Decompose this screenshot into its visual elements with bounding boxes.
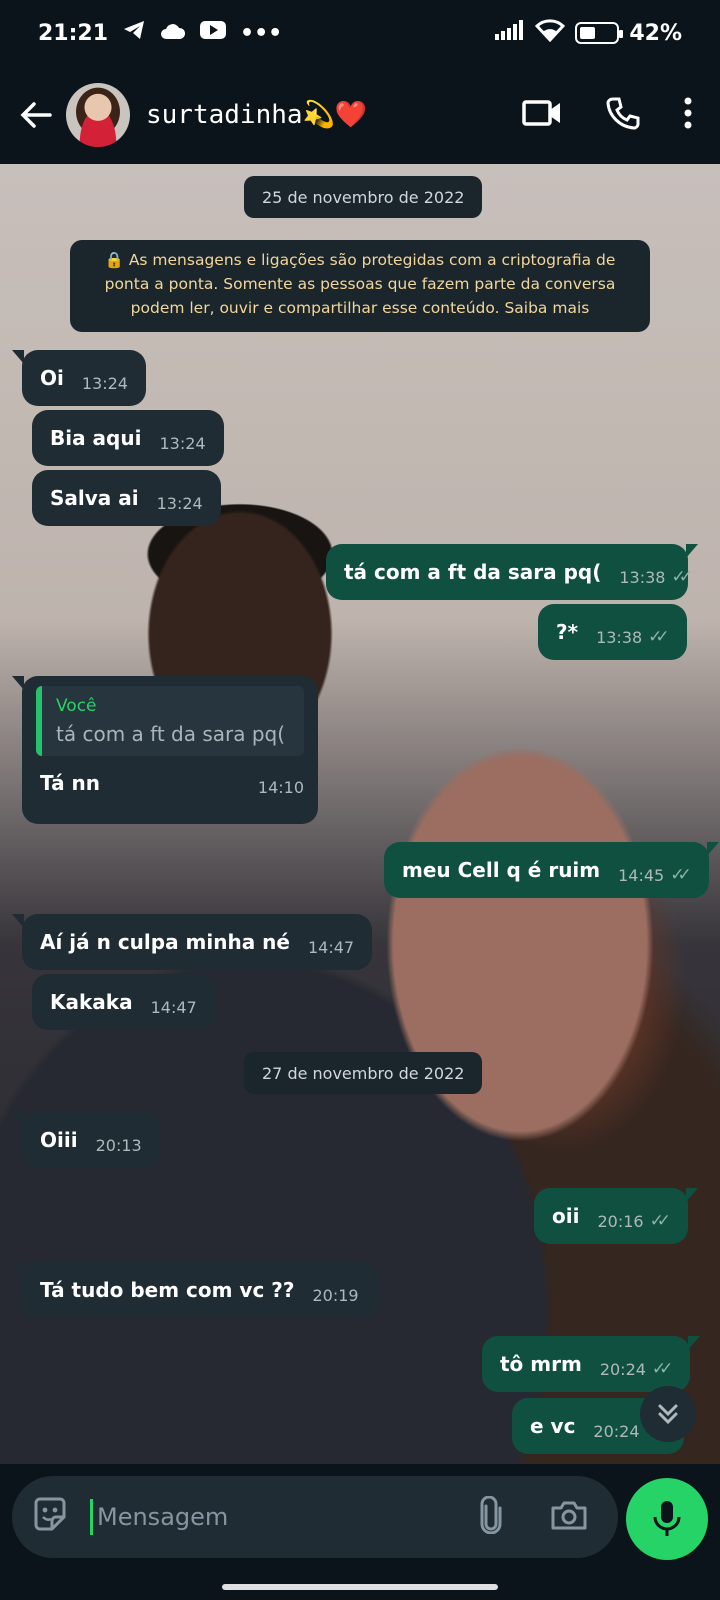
message-time: 13:38 — [596, 627, 643, 647]
quoted-message[interactable]: Você tá com a ft da sara pq( — [36, 686, 304, 756]
home-indicator[interactable] — [222, 1584, 498, 1590]
read-receipt-icon: ✓✓ — [649, 1211, 671, 1231]
message-time: 20:13 — [95, 1135, 142, 1155]
message-text: Aí já n culpa minha né — [40, 930, 290, 954]
message-bubble[interactable]: Aí já n culpa minha né 14:47 — [11, 914, 373, 970]
message-text: Oiii — [40, 1128, 78, 1152]
message-bubble[interactable]: Oiii 20:13 — [12, 1112, 160, 1168]
message-time: 13:24 — [159, 433, 206, 453]
message-text: e vc — [530, 1414, 576, 1438]
message-time: 14:47 — [307, 937, 355, 957]
message-bubble[interactable]: Bia aqui 13:24 — [32, 410, 224, 466]
quoted-text: tá com a ft da sara pq( — [56, 722, 286, 746]
message-time: 20:16 — [597, 1211, 644, 1231]
cloud-icon — [160, 21, 186, 46]
microphone-icon — [653, 1501, 681, 1536]
date-separator: 25 de novembro de 2022 — [244, 176, 483, 218]
message-bubble[interactable]: Salva ai 13:24 — [32, 470, 221, 526]
message-time: 13:24 — [156, 493, 203, 513]
message-time: 13:24 — [81, 373, 128, 393]
read-receipt-icon: ✓✓ — [648, 627, 669, 647]
back-arrow-icon[interactable] — [16, 95, 56, 135]
message-time: 20:24 — [599, 1359, 646, 1379]
message-time: 20:19 — [312, 1285, 359, 1305]
message-bubble[interactable]: tô mrm 20:24 ✓✓ — [482, 1336, 701, 1392]
encryption-notice[interactable]: 🔒 As mensagens e ligações são protegidas… — [70, 240, 650, 332]
date-separator: 27 de novembro de 2022 — [244, 1052, 483, 1094]
message-text: oii — [552, 1204, 580, 1228]
system-nav-bar — [0, 1564, 720, 1600]
chat-header: surtadinha💫❤️ — [0, 66, 720, 164]
message-time: 14:47 — [150, 997, 197, 1017]
message-time: 14:10 — [257, 778, 304, 797]
scroll-to-bottom-button[interactable] — [640, 1386, 696, 1442]
more-options-icon[interactable] — [684, 97, 692, 133]
message-text: tá com a ft da sara pq( — [344, 560, 602, 584]
quoted-author: Você — [56, 696, 97, 716]
double-chevron-down-icon — [658, 1404, 678, 1425]
message-composer: Mensagem — [0, 1464, 720, 1564]
voice-message-button[interactable] — [626, 1478, 708, 1560]
message-text: ?* — [556, 620, 579, 644]
message-bubble[interactable]: ?* 13:38 ✓✓ — [538, 604, 687, 660]
read-receipt-icon: ✓✓ — [670, 865, 691, 885]
battery-icon — [575, 22, 624, 44]
more-notifications-icon: ••• — [240, 20, 283, 46]
wifi-icon — [535, 18, 566, 48]
message-bubble[interactable]: tá com a ft da sara pq( 13:38 ✓✓ — [326, 544, 698, 600]
telegram-icon — [122, 19, 146, 47]
signal-icon — [495, 20, 525, 46]
message-bubble[interactable]: Kakaka 14:47 — [32, 974, 215, 1030]
message-text: Oi — [40, 366, 64, 390]
message-time: 20:24 — [593, 1421, 640, 1441]
contact-name[interactable]: surtadinha💫❤️ — [146, 100, 367, 130]
clock: 21:21 — [38, 20, 109, 46]
camera-icon[interactable] — [550, 1499, 588, 1535]
message-bubble[interactable]: meu Cell q é ruim 14:45 ✓✓ — [384, 842, 719, 898]
video-call-icon[interactable] — [522, 98, 562, 132]
message-text: Salva ai — [50, 486, 139, 510]
attach-icon[interactable] — [478, 1495, 504, 1538]
message-text: tô mrm — [500, 1352, 582, 1376]
read-receipt-icon: ✓✓ — [651, 1359, 673, 1379]
message-text: Kakaka — [50, 990, 133, 1014]
battery-percent: 42% — [629, 20, 682, 46]
sticker-icon[interactable] — [30, 1495, 70, 1539]
message-time: 13:38 — [619, 567, 666, 587]
status-bar: 21:21 ••• 42% — [0, 0, 720, 66]
message-bubble[interactable]: Tá tudo bem com vc ?? 20:19 — [12, 1262, 377, 1318]
message-text: Bia aqui — [50, 426, 142, 450]
voice-call-icon[interactable] — [606, 96, 640, 134]
message-text: Tá nn — [40, 770, 100, 795]
message-text: Tá tudo bem com vc ?? — [40, 1278, 295, 1302]
youtube-icon — [200, 20, 227, 46]
message-input-pill[interactable]: Mensagem — [12, 1476, 618, 1558]
message-bubble[interactable]: Oi 13:24 — [12, 350, 146, 406]
message-input[interactable]: Mensagem — [90, 1499, 228, 1535]
read-receipt-icon: ✓✓ — [671, 567, 692, 587]
message-time: 14:45 — [618, 865, 665, 885]
message-text: meu Cell q é ruim — [402, 858, 601, 882]
message-bubble[interactable]: oii 20:16 ✓✓ — [534, 1188, 699, 1244]
contact-avatar[interactable] — [66, 83, 130, 147]
reply-message-bubble[interactable]: Você tá com a ft da sara pq( Tá nn 14:10 — [12, 676, 318, 824]
